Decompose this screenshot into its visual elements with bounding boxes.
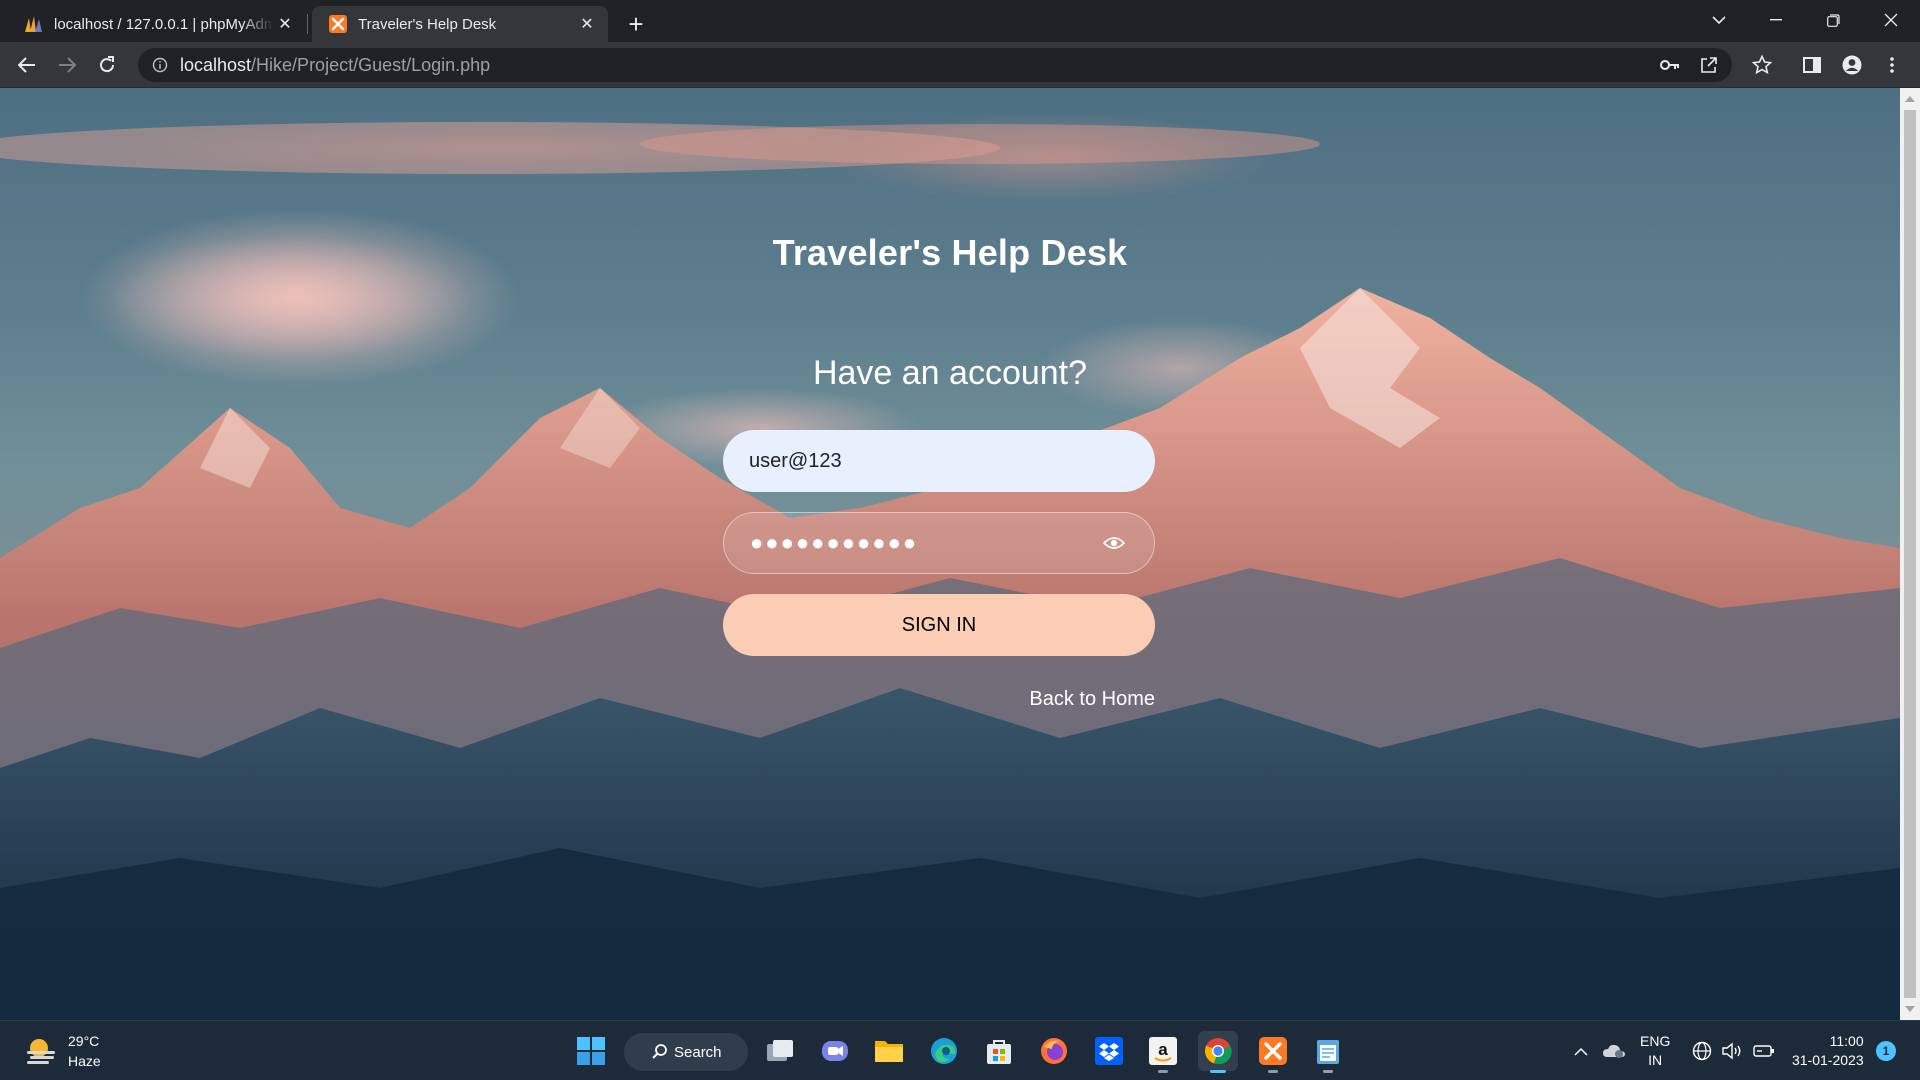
reload-button[interactable] xyxy=(91,49,123,81)
network-globe-icon[interactable] xyxy=(1692,1021,1712,1080)
firefox-icon[interactable] xyxy=(1034,1031,1074,1071)
xampp-favicon-icon xyxy=(328,14,348,34)
back-to-home-link[interactable]: Back to Home xyxy=(1000,688,1155,711)
username-field[interactable]: user@123 xyxy=(723,430,1155,492)
haze-sun-icon xyxy=(27,1039,55,1064)
new-tab-button[interactable]: + xyxy=(620,8,652,40)
sign-in-button[interactable]: SIGN IN xyxy=(723,594,1155,656)
password-mask: ●●●●●●●●●●● xyxy=(750,530,919,555)
running-indicator xyxy=(1268,1070,1278,1073)
amazon-icon[interactable]: a xyxy=(1143,1031,1183,1073)
tab-travelers-help-desk[interactable]: Traveler's Help Desk ✕ xyxy=(312,6,608,42)
chrome-icon[interactable] xyxy=(1198,1031,1238,1073)
task-view-icon[interactable] xyxy=(760,1031,800,1071)
tab-search-chevron-icon[interactable] xyxy=(1690,0,1748,40)
xampp-icon[interactable] xyxy=(1253,1031,1293,1073)
scroll-up-arrow-icon[interactable] xyxy=(1905,96,1915,102)
minimize-button[interactable] xyxy=(1747,0,1805,40)
search-label: Search xyxy=(674,1043,722,1061)
close-window-button[interactable] xyxy=(1862,0,1920,40)
teams-chat-icon[interactable] xyxy=(815,1031,855,1071)
forward-button[interactable] xyxy=(51,49,83,81)
key-icon[interactable] xyxy=(1660,48,1680,82)
share-icon[interactable] xyxy=(1700,48,1718,82)
onedrive-cloud-icon[interactable] xyxy=(1602,1021,1626,1080)
clock-date: 31-01-2023 xyxy=(1792,1052,1864,1068)
search-icon xyxy=(652,1044,667,1059)
menu-kebab-icon[interactable] xyxy=(1876,49,1908,81)
tab-title: localhost / 127.0.0.1 | phpMyAdmin xyxy=(54,15,274,33)
notification-badge[interactable]: 1 xyxy=(1876,1041,1896,1061)
tab-title: Traveler's Help Desk xyxy=(358,15,497,33)
login-page: Traveler's Help Desk Have an account? us… xyxy=(0,88,1900,1020)
address-bar[interactable]: localhost/Hike/Project/Guest/Login.php xyxy=(138,48,1732,82)
login-heading: Have an account? xyxy=(812,354,1088,392)
url-host: localhost xyxy=(180,54,252,75)
language-indicator[interactable]: ENG IN xyxy=(1640,1021,1670,1080)
language-line1: ENG xyxy=(1640,1033,1671,1049)
bookmark-star-icon[interactable] xyxy=(1746,49,1778,81)
side-panel-icon[interactable] xyxy=(1796,49,1828,81)
language-line2: IN xyxy=(1648,1052,1663,1068)
site-info-icon[interactable] xyxy=(150,55,170,75)
back-button[interactable] xyxy=(11,49,43,81)
page-scrollbar[interactable] xyxy=(1900,88,1920,1020)
weather-condition: Haze xyxy=(68,1053,101,1069)
scroll-down-arrow-icon[interactable] xyxy=(1905,1006,1915,1012)
weather-widget[interactable]: 29°C Haze xyxy=(24,1031,101,1071)
windows-start-icon[interactable] xyxy=(571,1031,611,1071)
windows-taskbar: 29°C Haze Search a ENG IN 11:00 31-01-20… xyxy=(0,1020,1920,1080)
volume-icon[interactable] xyxy=(1722,1021,1744,1080)
running-indicator xyxy=(1210,1070,1226,1073)
restore-button[interactable] xyxy=(1804,0,1862,40)
microsoft-store-icon[interactable] xyxy=(979,1031,1019,1071)
url-path: /Hike/Project/Guest/Login.php xyxy=(251,54,491,75)
weather-temp: 29°C xyxy=(68,1033,100,1049)
battery-icon[interactable] xyxy=(1753,1021,1775,1080)
notepad-icon[interactable] xyxy=(1308,1031,1348,1073)
svg-text:a: a xyxy=(1158,1040,1168,1059)
dropbox-icon[interactable] xyxy=(1089,1031,1129,1071)
profile-icon[interactable] xyxy=(1836,49,1868,81)
file-explorer-icon[interactable] xyxy=(869,1031,909,1071)
tab-separator xyxy=(307,14,308,34)
tab-phpmyadmin[interactable]: localhost / 127.0.0.1 | phpMyAdmin ✕ xyxy=(8,6,306,42)
taskbar-search[interactable]: Search xyxy=(624,1033,748,1071)
phpmyadmin-favicon-icon xyxy=(24,14,44,34)
clock[interactable]: 11:00 31-01-2023 xyxy=(1792,1021,1864,1080)
clock-time: 11:00 xyxy=(1829,1033,1864,1049)
edge-browser-icon[interactable] xyxy=(924,1031,964,1071)
show-password-eye-icon[interactable] xyxy=(1100,529,1128,557)
password-field[interactable]: ●●●●●●●●●●● xyxy=(723,512,1155,574)
browser-toolbar: localhost/Hike/Project/Guest/Login.php xyxy=(0,42,1920,88)
tab-strip: localhost / 127.0.0.1 | phpMyAdmin ✕ Tra… xyxy=(0,0,1920,42)
url-text: localhost/Hike/Project/Guest/Login.php xyxy=(180,55,490,76)
site-brand-title: Traveler's Help Desk xyxy=(772,232,1128,273)
scrollbar-thumb[interactable] xyxy=(1904,110,1916,998)
close-icon[interactable]: ✕ xyxy=(576,13,598,35)
running-indicator xyxy=(1158,1070,1168,1073)
close-icon[interactable]: ✕ xyxy=(274,13,296,35)
show-hidden-icons-chevron-icon[interactable] xyxy=(1574,1021,1588,1080)
username-value: user@123 xyxy=(749,449,842,472)
running-indicator xyxy=(1323,1070,1333,1073)
